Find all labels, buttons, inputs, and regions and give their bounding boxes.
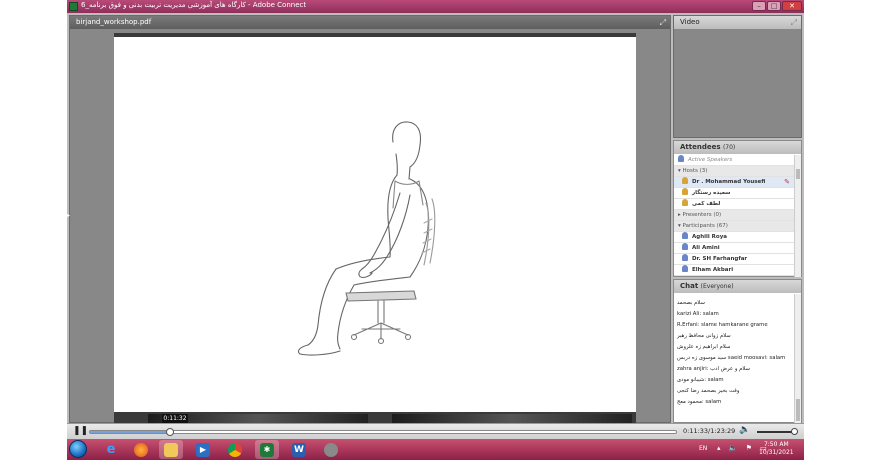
firefox-icon [134,442,148,457]
attendees-count: (70) [722,144,736,151]
chat-message: karizi Ali: salam [677,311,719,317]
clock-time: 7:50 AM [763,441,789,448]
speaker-icon[interactable]: 🔈 [739,425,750,435]
share-pod-title: birjand_workshop.pdf [76,18,152,26]
attendees-title-bar: Attendees (70) [674,141,801,154]
host-person-icon [682,199,688,206]
taskbar-chrome[interactable] [223,440,247,459]
video-pod: Video ⤢ [673,15,802,138]
chat-scope: (Everyone) [700,283,734,290]
meeting-content-area: birjand_workshop.pdf ⤢ 0:11:32 Video ⤢ A… [67,13,804,424]
participant-person-icon [682,232,688,239]
pause-button[interactable]: ❚❚ [73,426,88,436]
attendees-list: Active Speakers ▾ Hosts (3) Dr . Mohamma… [674,155,795,276]
taskbar-file-explorer[interactable] [159,440,183,459]
taskbar-adobe-connect[interactable]: ✱ [255,440,279,459]
taskbar-media-player[interactable]: ▶ [191,440,215,459]
participants-section[interactable]: ▾ Participants (67) [674,221,795,232]
chat-pod: Chat (Everyone) سلام بصحمد karizi Ali: s… [673,279,802,423]
seek-time-tooltip: 0:11:32 [162,414,188,423]
chrome-icon [228,442,242,457]
word-icon: W [292,442,306,457]
presenters-section[interactable]: ▸ Presenters (0) [674,210,795,221]
attendee-row[interactable]: Aghili Roya [674,232,795,243]
attendee-row[interactable]: سعیده رستگار [674,188,795,199]
chat-message: سلام ابراهیم زه علروش [677,344,731,350]
taskbar-firefox[interactable] [129,440,153,459]
adobe-connect-app-icon [69,2,78,11]
active-speakers-row[interactable]: Active Speakers [674,155,795,166]
attendee-row[interactable]: Ali Amini [674,243,795,254]
chat-message: سلام بصحمد [677,300,705,306]
seek-progress [90,431,172,433]
seek-bar[interactable] [89,430,677,434]
attendee-row[interactable]: لطف کمی [674,199,795,210]
chat-title: Chat [680,282,699,290]
attendees-scrollbar[interactable] [794,155,801,277]
folder-icon [164,442,178,457]
left-edge-arrow-icon: ▸ [67,212,71,219]
chat-message: شیبانو مودی: salam [677,377,724,383]
taskbar-clock[interactable]: 7:50 AM 10/31/2021 [759,441,794,457]
media-player-icon: ▶ [196,442,210,457]
minimize-button[interactable]: – [752,1,766,11]
hosts-section[interactable]: ▾ Hosts (3) [674,166,795,177]
chat-scrollbar[interactable] [794,294,801,423]
chat-message: وقت بخیر بصحمد رضا کنجی [677,388,740,394]
attendee-row[interactable]: Dr . Mohammad Yousefi ✎ [674,177,795,188]
chat-message: R.Erfani: slame hamkarane grame [677,322,768,328]
taskbar-app[interactable] [319,440,343,459]
attendee-row[interactable]: Dr. SH Farhangfar [674,254,795,265]
participant-person-icon [682,265,688,272]
volume-handle[interactable] [791,428,798,435]
language-indicator[interactable]: EN [699,445,707,452]
participant-person-icon [682,254,688,261]
attendees-title: Attendees [680,143,721,151]
windows-taskbar: e ▶ ✱ W EN ▴ 🔈 ⚑ ▭ 7:50 AM 10/31/2021 [67,439,804,460]
microphone-icon: ✎ [784,178,790,186]
taskbar-internet-explorer[interactable]: e [99,440,123,459]
chat-messages: سلام بصحمد karizi Ali: salam R.Erfani: s… [674,298,795,408]
taskbar-word[interactable]: W [287,440,311,459]
share-pod-title-bar: birjand_workshop.pdf ⤢ [70,16,670,29]
maximize-button[interactable]: □ [767,1,781,11]
playback-bar: ❚❚ 0:11:33/1:23:29 🔈 [67,423,804,439]
pod-maximize-icon[interactable]: ⤢ [660,16,666,29]
seated-posture-illustration [297,121,436,356]
window-controls: – □ ✕ [752,1,802,11]
app-icon [324,442,338,457]
adobe-connect-window: کارگاه های آموزشی مدیریت تربیت بدنی و فو… [67,0,804,460]
seek-handle[interactable] [166,428,175,436]
host-person-icon [682,188,688,195]
pdf-slide[interactable] [114,33,636,423]
video-pod-title-bar: Video ⤢ [674,16,801,29]
clock-date: 10/31/2021 [759,449,794,456]
video-pod-title: Video [680,18,700,26]
chat-message: سلام زوانی محافظ رهبر [677,333,731,339]
attendees-pod: Attendees (70) Active Speakers ▾ Hosts (… [673,140,802,277]
participant-person-icon [682,243,688,250]
scrollbar-thumb[interactable] [796,169,800,179]
chat-message: محمود معج: salam [677,399,722,405]
pod-maximize-icon[interactable]: ⤢ [791,16,797,29]
chat-message: zahra anjiri: سلام و عرض ادب [677,366,750,372]
adobe-connect-icon: ✱ [260,442,274,457]
speakers-icon [678,155,684,162]
window-title-bar: کارگاه های آموزشی مدیریت تربیت بدنی و فو… [67,0,804,13]
share-pod: birjand_workshop.pdf ⤢ 0:11:32 [69,15,671,424]
chat-title-bar: Chat (Everyone) [674,280,801,293]
chat-message: سید موسوی زه دربس saeid moosavi: salam [677,355,786,361]
window-title: کارگاه های آموزشی مدیریت تربیت بدنی و فو… [81,1,307,9]
playback-time: 0:11:33/1:23:29 [683,427,736,435]
host-person-icon [682,177,688,184]
scrollbar-thumb[interactable] [796,399,800,421]
close-button[interactable]: ✕ [782,1,802,11]
attendee-row[interactable]: Elham Akbari [674,265,795,276]
start-button[interactable] [69,440,87,458]
internet-explorer-icon: e [106,441,116,457]
